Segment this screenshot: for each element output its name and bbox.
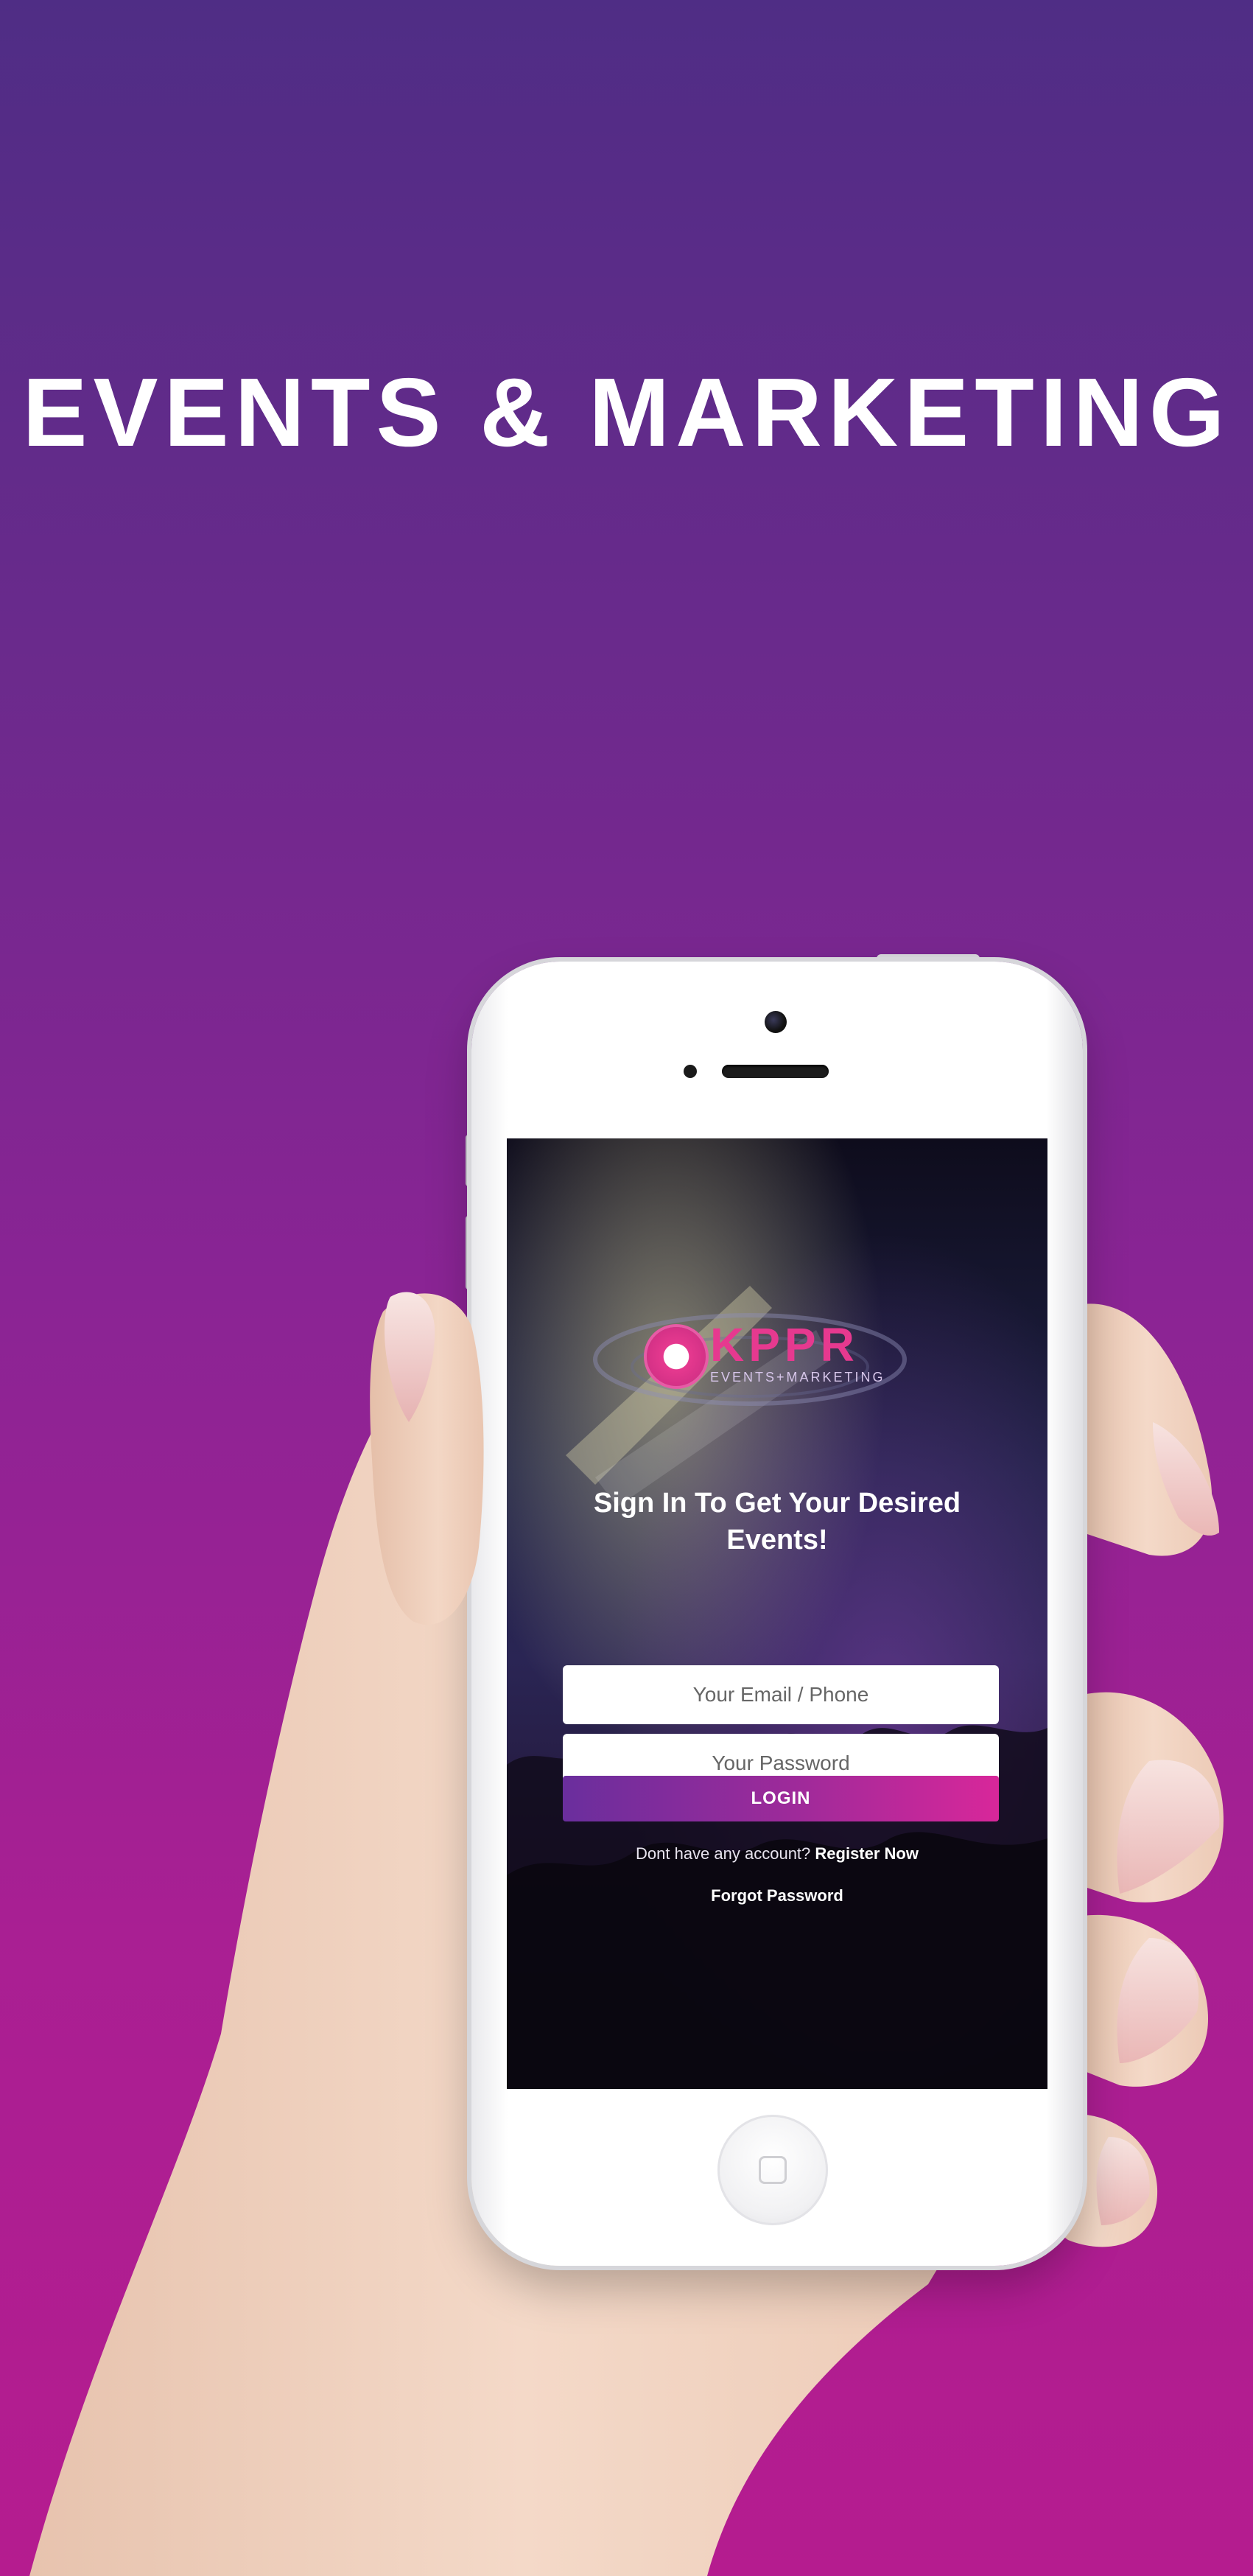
sign-in-title: Sign In To Get Your Desired Events! <box>593 1488 961 1555</box>
register-prompt-line: Dont have any account? Register Now <box>507 1844 1047 1863</box>
speaker-grille <box>722 1065 829 1078</box>
logo-badge-icon <box>647 1327 706 1386</box>
register-now-link[interactable]: Register Now <box>815 1844 919 1863</box>
forgot-password-link[interactable]: Forgot Password <box>507 1886 1047 1905</box>
login-button[interactable]: LOGIN <box>563 1776 999 1821</box>
email-field[interactable] <box>563 1665 999 1724</box>
camera-icon <box>765 1011 787 1033</box>
app-screen: KPPR EVENTS+MARKETING Sign In To Get You… <box>507 1138 1047 2089</box>
register-prompt-text: Dont have any account? <box>636 1844 815 1863</box>
sensor-icon <box>684 1065 697 1078</box>
phone-device: KPPR EVENTS+MARKETING Sign In To Get You… <box>471 962 1083 2266</box>
concert-background-image <box>507 1138 1047 2089</box>
home-square-icon <box>759 2156 787 2184</box>
logo-tagline: EVENTS+MARKETING <box>710 1370 885 1385</box>
home-button[interactable] <box>717 2115 828 2225</box>
kppr-logo: KPPR EVENTS+MARKETING <box>647 1321 912 1395</box>
logo-wordmark: KPPR <box>710 1318 859 1371</box>
